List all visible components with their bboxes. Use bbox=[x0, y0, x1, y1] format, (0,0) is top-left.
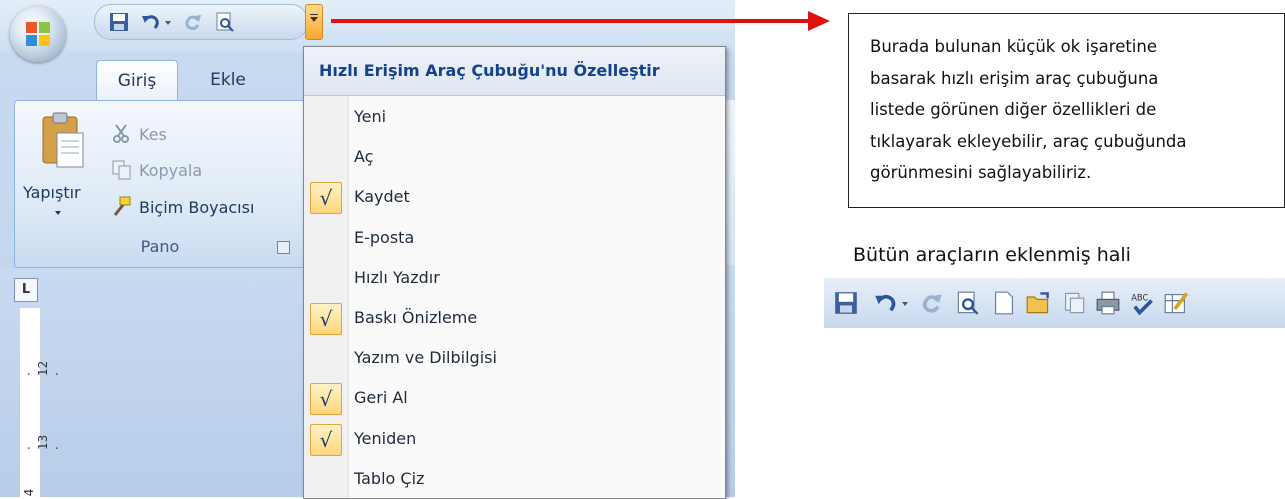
menu-header: Hızlı Erişim Araç Çubuğu'nu Özelleştir bbox=[304, 47, 725, 96]
open-icon[interactable] bbox=[1026, 291, 1050, 315]
annotation-arrow-line bbox=[331, 19, 809, 23]
tab-giris[interactable]: Giriş bbox=[96, 60, 178, 101]
callout-line: tıklayarak ekleyebilir, araç çubuğunda bbox=[870, 131, 1187, 151]
callout-line: listede görünen diğer özellikleri de bbox=[870, 100, 1157, 119]
undo-icon[interactable] bbox=[874, 291, 898, 315]
email-icon[interactable] bbox=[1062, 291, 1086, 315]
menu-item-label: Baskı Önizleme bbox=[354, 308, 478, 327]
office-button[interactable] bbox=[10, 6, 66, 62]
vertical-ruler: · 12 · · 13 · 14 · bbox=[20, 308, 64, 497]
menu-item[interactable]: E-posta bbox=[304, 219, 725, 257]
clipboard-group-label: Pano bbox=[140, 237, 180, 256]
scissors-icon bbox=[113, 124, 129, 143]
paste-dropdown-arrow[interactable] bbox=[55, 211, 61, 215]
tab-ekle-label: Ekle bbox=[210, 70, 246, 90]
format-painter-label: Biçim Boyacısı bbox=[139, 197, 255, 217]
callout-line: Burada bulunan küçük ok işaretine bbox=[870, 37, 1158, 56]
redo-icon[interactable] bbox=[183, 12, 203, 32]
undo-dropdown-icon[interactable] bbox=[900, 291, 910, 315]
menu-item[interactable]: Tablo Çiz bbox=[304, 460, 725, 498]
save-icon[interactable] bbox=[109, 12, 129, 32]
menu-item[interactable]: √ Kaydet bbox=[304, 178, 725, 216]
callout-line: görünmesini sağlayabiliriz. bbox=[870, 163, 1092, 182]
dialog-launcher-icon[interactable] bbox=[277, 241, 290, 254]
arrow-right-icon bbox=[808, 11, 830, 31]
ruler-mark: 14 · bbox=[22, 488, 36, 497]
tab-giris-label: Giriş bbox=[117, 71, 157, 91]
menu-item-label: Tablo Çiz bbox=[354, 468, 425, 488]
cut-button[interactable]: Kes bbox=[111, 123, 167, 145]
brush-icon bbox=[113, 196, 131, 216]
menu-item-label: E-posta bbox=[354, 227, 415, 247]
explanation-callout: Burada bulunan küçük ok işaretine basara… bbox=[848, 13, 1285, 208]
undo-icon[interactable] bbox=[141, 12, 161, 32]
menu-item-label: Yeni bbox=[354, 107, 387, 126]
save-icon[interactable] bbox=[834, 291, 858, 315]
print-preview-icon[interactable] bbox=[215, 12, 235, 32]
draw-table-icon[interactable] bbox=[1164, 291, 1188, 315]
svg-text:ABC: ABC bbox=[1131, 293, 1148, 303]
menu-item[interactable]: Yazım ve Dilbilgisi bbox=[304, 339, 725, 377]
menu-item-label: Kaydet bbox=[354, 187, 410, 207]
chevron-down-icon bbox=[310, 17, 318, 22]
ruler-mark: · 13 · bbox=[22, 434, 64, 450]
menu-item-label: Hızlı Yazdır bbox=[354, 267, 440, 287]
checkmark-icon: √ bbox=[310, 383, 342, 416]
menu-item[interactable]: Aç bbox=[304, 138, 725, 176]
format-painter-button[interactable]: Biçim Boyacısı bbox=[111, 196, 254, 218]
print-preview-icon[interactable] bbox=[956, 291, 980, 315]
tab-ekle[interactable]: Ekle bbox=[192, 60, 264, 100]
menu-item[interactable]: √ Yeniden bbox=[304, 420, 725, 458]
menu-item[interactable]: √ Geri Al bbox=[304, 379, 725, 417]
menu-item-label: Geri Al bbox=[354, 388, 408, 408]
new-icon[interactable] bbox=[992, 291, 1016, 315]
spelling-icon[interactable]: ABC bbox=[1130, 291, 1154, 315]
menu-header-label: Hızlı Erişim Araç Çubuğu'nu Özelleştir bbox=[319, 61, 660, 80]
copy-icon bbox=[112, 160, 131, 180]
copy-label: Kopyala bbox=[139, 160, 203, 180]
full-quick-access-toolbar: ABC bbox=[824, 278, 1285, 328]
ruler-mark: · 12 · bbox=[22, 360, 64, 376]
clipboard-group: Yapıştır Kes Kopyala Biçim Boyacısı Pano bbox=[14, 100, 306, 268]
quick-access-toolbar bbox=[94, 4, 308, 40]
paste-icon[interactable] bbox=[41, 111, 85, 171]
menu-item-label: Yazım ve Dilbilgisi bbox=[354, 348, 497, 368]
paste-button-label[interactable]: Yapıştır bbox=[23, 183, 81, 202]
cut-label: Kes bbox=[139, 124, 167, 144]
callout-line: basarak hızlı erişim araç çubuğuna bbox=[870, 68, 1159, 88]
office-logo-icon bbox=[26, 22, 50, 46]
menu-item[interactable]: Hızlı Yazdır bbox=[304, 259, 725, 297]
checkmark-icon: √ bbox=[310, 423, 342, 456]
redo-icon[interactable] bbox=[920, 291, 944, 315]
menu-item[interactable]: √ Baskı Önizleme bbox=[304, 299, 725, 337]
customize-qat-menu: Hızlı Erişim Araç Çubuğu'nu Özelleştir Y… bbox=[303, 46, 726, 499]
menu-item[interactable]: Yeni bbox=[304, 98, 725, 136]
menu-item-label: Aç bbox=[354, 147, 374, 167]
menu-item-label: Yeniden bbox=[354, 428, 417, 448]
checkmark-icon: √ bbox=[310, 182, 342, 215]
checkmark-icon: √ bbox=[310, 303, 342, 335]
copy-button[interactable]: Kopyala bbox=[111, 159, 202, 181]
undo-dropdown-icon[interactable] bbox=[163, 12, 173, 32]
quick-print-icon[interactable] bbox=[1096, 291, 1120, 315]
tab-selector[interactable]: L bbox=[14, 278, 38, 302]
full-toolbar-caption: Bütün araçların eklenmiş hali bbox=[853, 244, 1131, 266]
customize-qat-dropdown-button[interactable] bbox=[305, 4, 323, 40]
